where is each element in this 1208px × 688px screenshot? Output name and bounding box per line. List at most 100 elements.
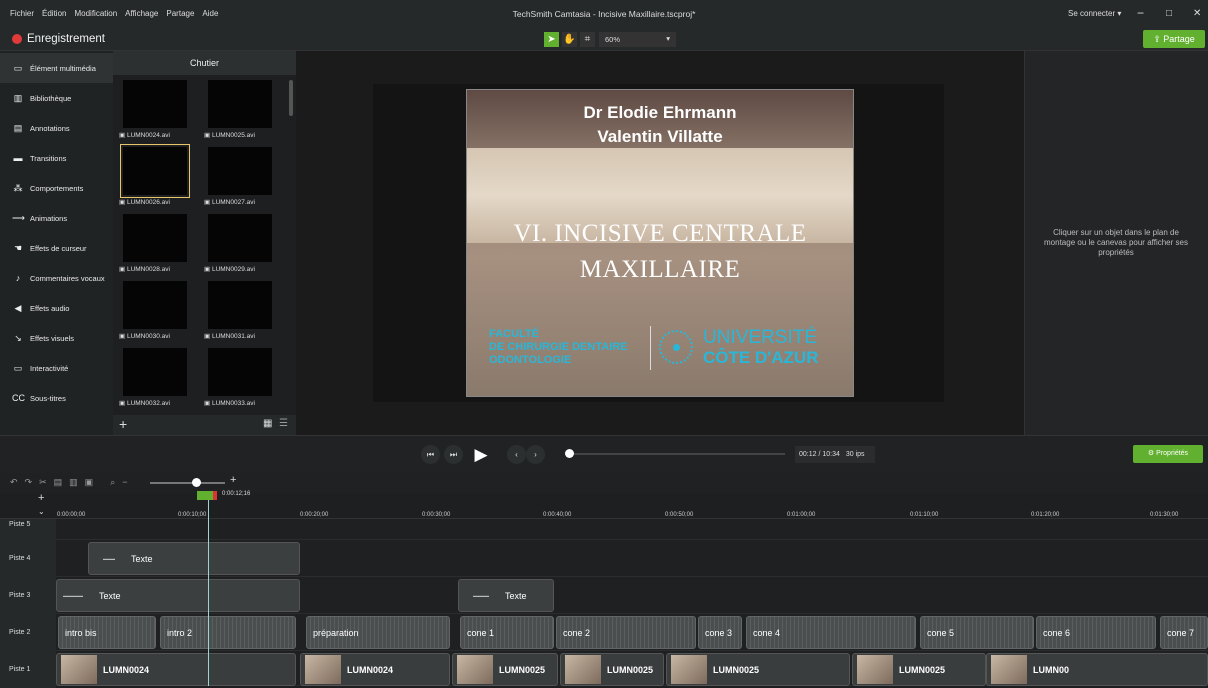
arrow-icon[interactable]: ➤ (544, 32, 559, 47)
sidebar-item-effets-de-curseur[interactable]: ☚ Effets de curseur (0, 233, 113, 263)
audio-clip[interactable]: cone 5 (920, 616, 1034, 649)
video-clip[interactable]: LUMN0024 (300, 653, 450, 686)
previous-clip-icon[interactable]: ‹ (507, 445, 526, 464)
sidebar-item-transitions[interactable]: ▬ Transitions (0, 143, 113, 173)
sidebar-item-comportements[interactable]: ⁂ Comportements (0, 173, 113, 203)
clip-label: cone 7 (1167, 627, 1195, 638)
play-icon[interactable]: ▶ (468, 442, 494, 468)
title-slide[interactable]: Dr Elodie Ehrmann Valentin Villatte VI. … (466, 89, 854, 397)
audio-clip[interactable]: cone 3 (698, 616, 742, 649)
wand-icon: ↘ (14, 332, 22, 343)
audio-clip[interactable]: cone 1 (460, 616, 554, 649)
minimize-icon[interactable]: − (1137, 6, 1144, 20)
close-icon[interactable]: ✕ (1193, 8, 1201, 19)
split-icon[interactable]: ▣ (85, 477, 94, 488)
clip-thumbnail (671, 655, 707, 684)
add-media-icon[interactable]: + (119, 416, 127, 432)
cursor-icon: ☚ (13, 242, 23, 253)
step-back-icon[interactable]: ⏮ (421, 445, 440, 464)
sidebar-item-label: Effets visuels (30, 333, 75, 343)
media-clip[interactable]: ▣ LUMN0024.avi (119, 80, 193, 139)
clip-filename: LUMN0024.avi (126, 132, 170, 139)
media-clip[interactable]: ▣ LUMN0027.avi (204, 147, 278, 206)
player-scrubber[interactable] (565, 453, 785, 455)
zoom-value: 60% (605, 35, 621, 44)
media-clip[interactable]: ▣ LUMN0031.avi (204, 281, 278, 340)
sidebar-item-label: Interactivité (30, 363, 69, 373)
clip-name: ▣ LUMN0024.avi (119, 131, 193, 139)
video-clip[interactable]: LUMN0024 (56, 653, 296, 686)
sidebar-item-bibliothèque[interactable]: ▥ Bibliothèque (0, 83, 113, 113)
sidebar-item-commentaires-vocaux[interactable]: ♪ Commentaires vocaux (0, 263, 113, 293)
sidebar-item-animations[interactable]: ⟶ Animations (0, 203, 113, 233)
zoom-select[interactable]: 60% ▾ (599, 32, 676, 47)
audio-clip[interactable]: cone 4 (746, 616, 916, 649)
sidebar-item-effets-audio[interactable]: ◀ Effets audio (0, 293, 113, 323)
media-clip[interactable]: ▣ LUMN0029.avi (204, 214, 278, 273)
sidebar-item-effets-visuels[interactable]: ↘ Effets visuels (0, 323, 113, 353)
video-clip[interactable]: LUMN0025 (852, 653, 986, 686)
connect-button[interactable]: Se connecter ▾ (1068, 9, 1121, 18)
audio-clip[interactable]: cone 7 (1160, 616, 1208, 649)
cut-icon[interactable]: ✂ (39, 477, 47, 488)
clip-name: ▣ LUMN0032.avi (119, 399, 193, 407)
redo-icon[interactable]: ↷ (25, 477, 33, 488)
bin-scrollbar[interactable] (289, 80, 293, 116)
media-clip[interactable]: ▣ LUMN0033.avi (204, 348, 278, 407)
video-clip[interactable]: LUMN0025 (452, 653, 558, 686)
paste-icon[interactable]: ▥ (69, 477, 78, 488)
timeline-clip[interactable]: ▬▬▬ Texte (88, 542, 300, 575)
media-clip[interactable]: ▣ LUMN0026.avi (119, 144, 193, 206)
playhead-handle[interactable] (197, 491, 217, 500)
collapse-tracks-icon[interactable]: ⌄ (38, 507, 45, 516)
media-clip[interactable]: ▣ LUMN0028.avi (119, 214, 193, 273)
properties-message: Cliquer sur un objet dans le plan de mon… (1044, 228, 1188, 257)
video-clip[interactable]: LUMN0025 (560, 653, 664, 686)
audio-clip[interactable]: cone 6 (1036, 616, 1156, 649)
grid-view-icon[interactable]: ▦ (263, 418, 272, 429)
clip-label: LUMN0025 (499, 664, 546, 675)
clip-label: LUMN0024 (103, 664, 150, 675)
undo-icon[interactable]: ↶ (10, 477, 18, 488)
media-clip[interactable]: ▣ LUMN0030.avi (119, 281, 193, 340)
media-clip[interactable]: ▣ LUMN0025.avi (204, 80, 278, 139)
timeline-clip[interactable]: ▬▬▬▬▬ Texte (56, 579, 300, 612)
clip-thumbnail (123, 348, 187, 396)
copy-icon[interactable]: ▤ (54, 477, 63, 488)
timeline-zoom-slider[interactable] (150, 482, 225, 484)
crop-icon[interactable]: ⌗ (580, 32, 595, 47)
maximize-icon[interactable]: □ (1166, 8, 1172, 19)
clip-filename: LUMN0025.avi (211, 132, 255, 139)
audio-clip[interactable]: intro 2 (160, 616, 296, 649)
annotation-thumb-icon: ▬▬▬▬▬ (63, 593, 83, 598)
video-clip[interactable]: LUMN0025 (666, 653, 850, 686)
university-line-1: UNIVERSITÉ (703, 327, 818, 348)
audio-clip[interactable]: intro bis (58, 616, 156, 649)
audio-clip[interactable]: cone 2 (556, 616, 696, 649)
add-track-icon[interactable]: + (38, 492, 44, 504)
sidebar-item-élément-multimédia[interactable]: ▭ Élément multimédia (0, 53, 113, 83)
record-button[interactable]: Enregistrement (12, 33, 105, 45)
next-clip-icon[interactable]: › (526, 445, 545, 464)
media-clip[interactable]: ▣ LUMN0032.avi (119, 348, 193, 407)
timeline-clip[interactable]: ▬▬▬▬ Texte (458, 579, 554, 612)
sidebar-item-interactivité[interactable]: ▭ Interactivité (0, 353, 113, 383)
properties-button[interactable]: ⚙ Propriétés (1133, 445, 1203, 463)
clip-thumbnail (61, 655, 97, 684)
sidebar-item-annotations[interactable]: ▤ Annotations (0, 113, 113, 143)
zoom-search-icon[interactable]: ⌕ (110, 477, 115, 488)
timeline-zoom-handle[interactable] (192, 478, 201, 487)
sidebar-item-sous-titres[interactable]: CC Sous-titres (0, 383, 113, 413)
hand-icon[interactable]: ✋ (562, 32, 577, 47)
zoom-in-icon[interactable]: + (230, 474, 236, 486)
share-button[interactable]: ⇪ Partage (1143, 30, 1205, 48)
author-line-1: Dr Elodie Ehrmann (583, 103, 737, 122)
clip-name: ▣ LUMN0029.avi (204, 265, 278, 273)
clip-thumbnail (991, 655, 1027, 684)
step-forward-icon[interactable]: ⏭ (444, 445, 463, 464)
track-1: Piste 1 LUMN0024 LUMN0024 LUMN0025 LUMN0025… (0, 651, 1208, 688)
zoom-out-icon[interactable]: − (122, 477, 127, 488)
list-view-icon[interactable]: ☰ (279, 418, 288, 429)
video-clip[interactable]: LUMN00 (986, 653, 1208, 686)
audio-clip[interactable]: préparation (306, 616, 450, 649)
